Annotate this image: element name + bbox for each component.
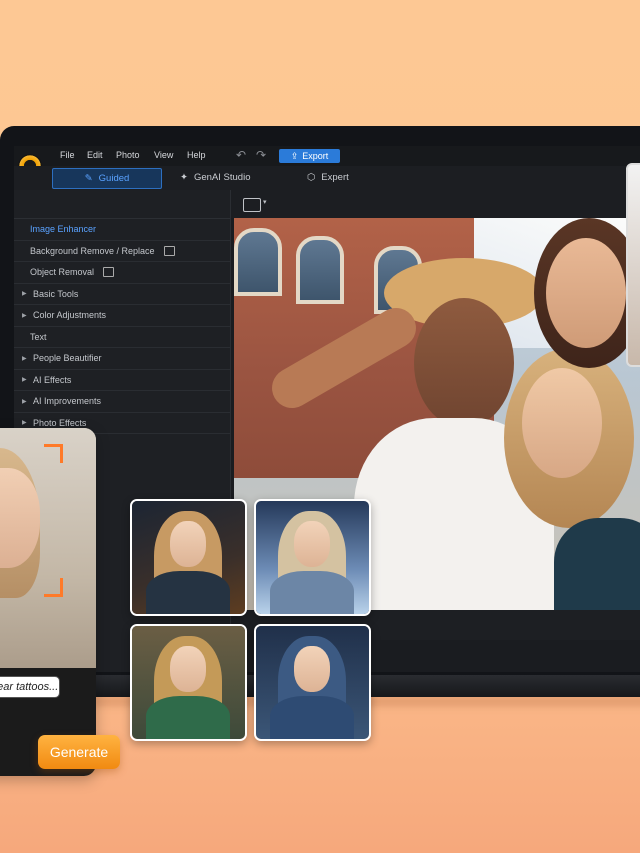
card-face [170, 646, 206, 692]
panel-item-label: Basic Tools [33, 288, 79, 299]
window-shape [296, 236, 344, 304]
card-face [170, 521, 206, 567]
window-shape [234, 228, 282, 296]
redo-icon[interactable]: ↷ [256, 148, 266, 162]
expand-arrow-icon: ▶ [22, 355, 27, 362]
card-body [270, 571, 354, 614]
panel-item-ai-effects[interactable]: ▶ AI Effects [14, 370, 230, 391]
crop-corner-icon [44, 444, 63, 463]
tab-guided[interactable]: ✎ Guided [52, 168, 162, 189]
person-face [522, 368, 602, 478]
prompt-input[interactable]: gear tattoos... [0, 676, 60, 698]
sparkle-icon: ✦ [180, 172, 188, 183]
panel-item-text[interactable]: Text [14, 327, 230, 348]
mode-tabs: ✎ Guided ✦ GenAI Studio ⬡ Expert [14, 166, 640, 191]
cube-icon: ⬡ [307, 172, 316, 183]
panel-item-label: Object Removal [30, 267, 95, 278]
phone-photo [0, 428, 96, 678]
tab-expert[interactable]: ⬡ Expert [307, 168, 349, 187]
panel-item-object-removal[interactable]: Object Removal [14, 262, 230, 284]
crop-corner-icon [44, 578, 63, 597]
menu-edit[interactable]: Edit [87, 150, 103, 160]
chevron-down-icon[interactable]: ▾ [263, 198, 267, 206]
export-icon: ⇪ [290, 150, 299, 161]
expand-arrow-icon: ▶ [22, 420, 27, 427]
expand-arrow-icon: ▶ [22, 398, 27, 405]
menu-file[interactable]: File [60, 150, 75, 160]
generated-image-4[interactable] [254, 624, 371, 741]
person-face [546, 238, 626, 348]
generated-image-2[interactable] [254, 499, 371, 616]
panel-item-background-remove-replace[interactable]: Background Remove / Replace [14, 241, 230, 262]
expand-arrow-icon: ▶ [22, 312, 27, 319]
export-button[interactable]: ⇪ Export [279, 149, 340, 163]
card-body [270, 696, 354, 739]
panel-item-label: AI Effects [33, 374, 72, 385]
tab-genai-studio[interactable]: ✦ GenAI Studio [180, 168, 250, 187]
menu-view[interactable]: View [154, 150, 173, 160]
tab-genai-label: GenAI Studio [193, 172, 251, 183]
panel-item-label: Text [30, 331, 47, 342]
panel-list: Image Enhancer Background Remove / Replac… [14, 219, 230, 434]
panel-item-label: Background Remove / Replace [30, 245, 155, 256]
card-face [294, 521, 330, 567]
menu-help[interactable]: Help [187, 150, 206, 160]
card-face [294, 646, 330, 692]
panel-header [14, 190, 230, 219]
side-thumbnail[interactable] [626, 163, 640, 367]
ai-badge-icon [103, 267, 115, 278]
generated-image-1[interactable] [130, 499, 247, 616]
panel-item-ai-improvements[interactable]: ▶ AI Improvements [14, 391, 230, 413]
panel-item-basic-tools[interactable]: ▶ Basic Tools [14, 284, 230, 305]
expand-arrow-icon: ▶ [22, 377, 27, 384]
panel-item-color-adjustments[interactable]: ▶ Color Adjustments [14, 305, 230, 327]
card-body [146, 571, 230, 614]
menu-bar: File Edit Photo View Help ↶ ↷ ⇪ Export [14, 146, 640, 166]
panel-item-label: Color Adjustments [33, 310, 107, 321]
panel-item-label: Photo Effects [33, 417, 87, 428]
undo-icon[interactable]: ↶ [236, 148, 246, 162]
tab-guided-label: Guided [98, 173, 130, 184]
panel-item-label: People Beautifier [33, 353, 102, 364]
teal-top [554, 518, 640, 610]
person-face [414, 298, 514, 428]
panel-item-image-enhancer[interactable]: Image Enhancer [14, 219, 230, 241]
phone-mockup: gear tattoos... [0, 428, 96, 776]
canvas-toolbar: ▾ [231, 190, 640, 218]
folder-icon[interactable] [243, 198, 261, 212]
generate-button[interactable]: Generate [38, 735, 120, 769]
magic-wand-icon: ✎ [84, 173, 93, 184]
expand-arrow-icon: ▶ [22, 291, 27, 298]
generated-image-3[interactable] [130, 624, 247, 741]
tab-expert-label: Expert [321, 172, 349, 183]
panel-item-label: AI Improvements [33, 396, 102, 407]
card-body [146, 696, 230, 739]
export-label: Export [302, 151, 329, 161]
menu-photo[interactable]: Photo [116, 150, 140, 160]
ai-badge-icon [163, 245, 175, 256]
panel-item-people-beautifier[interactable]: ▶ People Beautifier [14, 348, 230, 370]
panel-item-label: Image Enhancer [30, 224, 97, 235]
